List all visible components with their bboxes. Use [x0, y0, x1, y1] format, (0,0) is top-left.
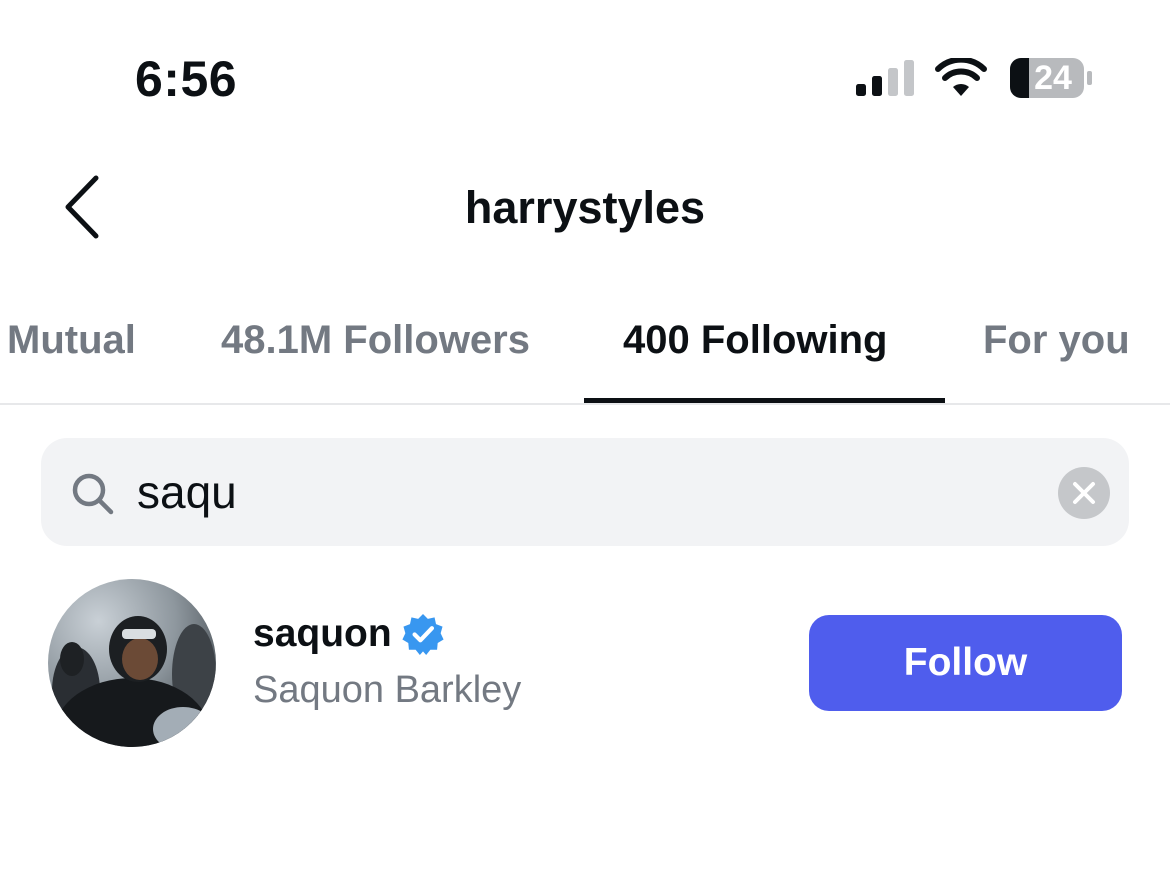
follow-button[interactable]: Follow — [809, 615, 1122, 711]
clear-icon — [1073, 482, 1095, 504]
profile-username-title: harrystyles — [464, 182, 706, 233]
result-username[interactable]: saquon — [253, 612, 392, 655]
avatar[interactable] — [48, 579, 216, 747]
username-line: saquon — [253, 612, 444, 662]
clear-search-button[interactable] — [1058, 467, 1110, 519]
wifi-icon — [935, 58, 987, 96]
profile-photo — [52, 616, 216, 747]
tabs-divider — [0, 403, 1170, 405]
tab-followers[interactable]: 48.1M Followers — [221, 318, 530, 363]
search-icon — [72, 473, 114, 515]
verified-badge-icon — [402, 614, 444, 655]
search-input[interactable] — [137, 458, 1017, 526]
battery-level: 24 — [1034, 59, 1072, 97]
cellular-signal-icon — [856, 60, 914, 96]
status-time: 6:56 — [135, 51, 238, 107]
following-screen: 6:56 24 harrystyles Mutual 48.1M Followe… — [0, 0, 1170, 888]
list-item[interactable]: saquon Saquon Barkley Follow — [0, 570, 1170, 760]
search-bar — [41, 438, 1129, 546]
tab-for-you[interactable]: For you — [983, 318, 1130, 363]
result-full-name: Saquon Barkley — [253, 669, 522, 711]
tab-mutual[interactable]: Mutual — [7, 318, 136, 363]
tab-bar: Mutual 48.1M Followers 400 Following For… — [0, 300, 1170, 405]
tab-following[interactable]: 400 Following — [623, 318, 887, 363]
